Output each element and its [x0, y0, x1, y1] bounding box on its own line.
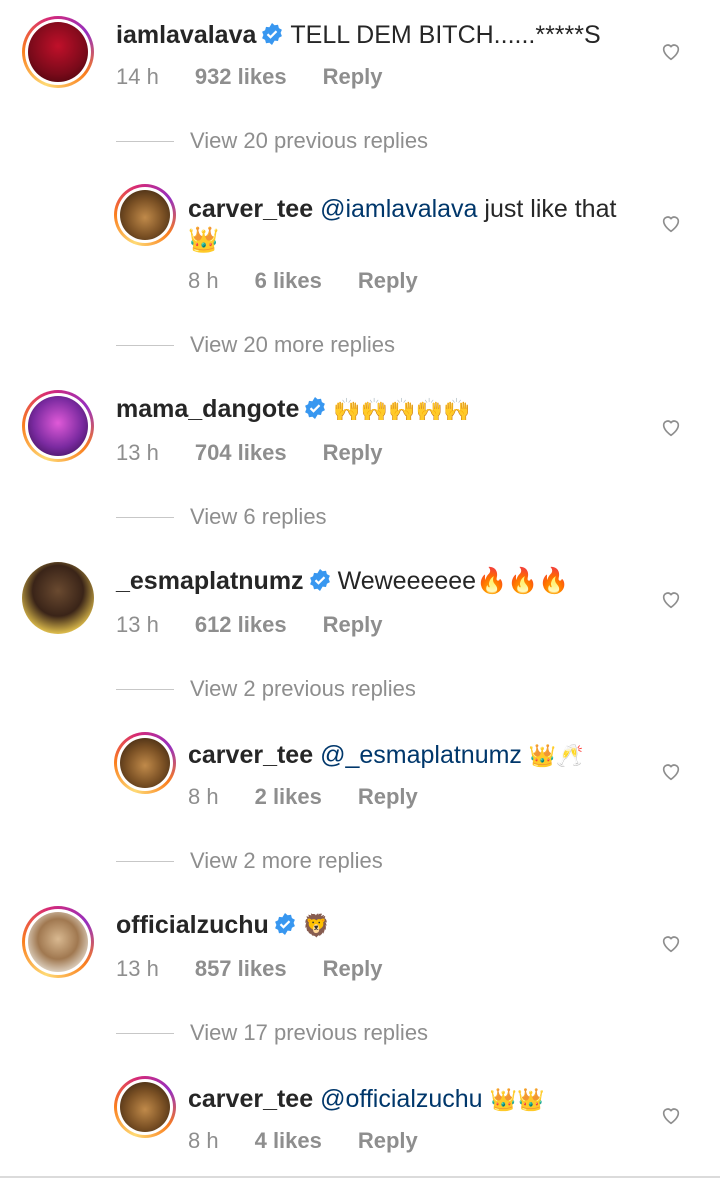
likes-count[interactable]: 857 likes	[195, 956, 287, 982]
divider	[116, 860, 174, 862]
reply-button[interactable]: Reply	[323, 612, 383, 638]
comment-line: iamlavalava TELL DEM BITCH......*****S	[116, 20, 601, 51]
reply-button[interactable]: Reply	[323, 956, 383, 982]
reply-text: 👑👑	[482, 1088, 545, 1113]
avatar[interactable]	[22, 390, 94, 462]
likes-count[interactable]: 612 likes	[195, 612, 287, 638]
view-replies-label: View 6 replies	[190, 504, 327, 529]
username[interactable]: iamlavalava	[116, 21, 256, 49]
comment-line: _esmaplatnumz Weweeeeee🔥🔥🔥	[116, 566, 569, 597]
avatar[interactable]	[22, 16, 94, 88]
likes-count[interactable]: 704 likes	[195, 440, 287, 466]
timestamp: 8 h	[188, 268, 219, 293]
comment-meta: 13 h 704 likes Reply	[116, 440, 383, 466]
heart-outline-icon[interactable]	[660, 212, 682, 234]
comment-text: Weweeeeee🔥🔥🔥	[337, 567, 570, 595]
reply-button[interactable]: Reply	[358, 784, 418, 810]
heart-outline-icon[interactable]	[660, 932, 682, 954]
comment-text: 🦁	[302, 914, 331, 939]
divider	[116, 140, 174, 142]
view-replies-label: View 20 previous replies	[190, 128, 429, 153]
mention-link[interactable]: @iamlavalava	[320, 195, 477, 223]
likes-count[interactable]: 4 likes	[255, 1128, 322, 1154]
reply-button[interactable]: Reply	[323, 64, 383, 90]
reply-button[interactable]: Reply	[323, 440, 383, 466]
avatar[interactable]	[114, 732, 176, 794]
reply-text: 👑🥂	[521, 744, 584, 769]
likes-count[interactable]: 2 likes	[255, 784, 322, 810]
comment-meta: 13 h 857 likes Reply	[116, 956, 383, 982]
comment-meta: 14 h 932 likes Reply	[116, 64, 383, 90]
timestamp: 13 h	[116, 612, 159, 637]
reply-button[interactable]: Reply	[358, 1128, 418, 1154]
view-more-replies-button[interactable]: View 2 more replies	[116, 848, 383, 874]
avatar[interactable]	[22, 906, 94, 978]
mention-link[interactable]: @officialzuchu	[320, 1085, 483, 1113]
username[interactable]: officialzuchu	[116, 911, 269, 939]
reply-button[interactable]: Reply	[358, 268, 418, 294]
timestamp: 14 h	[116, 64, 159, 89]
likes-count[interactable]: 6 likes	[255, 268, 322, 294]
divider	[116, 344, 174, 346]
avatar[interactable]	[114, 184, 176, 246]
comment-meta: 13 h 612 likes Reply	[116, 612, 383, 638]
heart-outline-icon[interactable]	[660, 588, 682, 610]
reply-meta: 8 h 2 likes Reply	[188, 784, 418, 810]
reply-line: carver_tee @_esmaplatnumz 👑🥂	[188, 740, 584, 772]
heart-outline-icon[interactable]	[660, 40, 682, 62]
mention-link[interactable]: @_esmaplatnumz	[320, 741, 522, 769]
view-replies-label: View 2 more replies	[190, 848, 383, 873]
view-previous-replies-button[interactable]: View 17 previous replies	[116, 1020, 428, 1046]
heart-outline-icon[interactable]	[660, 760, 682, 782]
view-replies-label: View 2 previous replies	[190, 676, 416, 701]
verified-badge-icon	[274, 913, 295, 935]
divider	[116, 1032, 174, 1034]
verified-badge-icon	[262, 23, 283, 45]
view-replies-label: View 17 previous replies	[190, 1020, 429, 1045]
username[interactable]: mama_dangote	[116, 395, 299, 423]
username[interactable]: carver_tee	[188, 741, 313, 769]
view-previous-replies-button[interactable]: View 2 previous replies	[116, 676, 416, 702]
comment-line: mama_dangote 🙌🙌🙌🙌🙌	[116, 394, 470, 426]
timestamp: 13 h	[116, 956, 159, 981]
divider	[116, 516, 174, 518]
heart-outline-icon[interactable]	[660, 1104, 682, 1126]
view-previous-replies-button[interactable]: View 20 previous replies	[116, 128, 428, 154]
verified-badge-icon	[309, 569, 330, 591]
username[interactable]: carver_tee	[188, 1085, 313, 1113]
timestamp: 8 h	[188, 784, 219, 809]
verified-badge-icon	[305, 397, 326, 419]
username[interactable]: carver_tee	[188, 195, 313, 223]
reply-meta: 8 h 6 likes Reply	[188, 268, 418, 294]
heart-outline-icon[interactable]	[660, 416, 682, 438]
view-replies-label: View 20 more replies	[190, 332, 396, 357]
divider	[116, 688, 174, 690]
comment-text: 🙌🙌🙌🙌🙌	[333, 398, 471, 423]
avatar[interactable]	[22, 562, 94, 634]
avatar[interactable]	[114, 1076, 176, 1138]
comment-text: TELL DEM BITCH......*****S	[290, 21, 601, 49]
timestamp: 8 h	[188, 1128, 219, 1153]
likes-count[interactable]: 932 likes	[195, 64, 287, 90]
bottom-divider	[0, 1176, 720, 1178]
view-replies-button[interactable]: View 6 replies	[116, 504, 327, 530]
username[interactable]: _esmaplatnumz	[116, 567, 304, 595]
view-more-replies-button[interactable]: View 20 more replies	[116, 332, 395, 358]
timestamp: 13 h	[116, 440, 159, 465]
reply-line: carver_tee @officialzuchu 👑👑	[188, 1084, 544, 1116]
reply-meta: 8 h 4 likes Reply	[188, 1128, 418, 1154]
comment-line: officialzuchu 🦁	[116, 910, 330, 942]
reply-line: carver_tee @iamlavalava just like that 👑	[188, 194, 628, 256]
